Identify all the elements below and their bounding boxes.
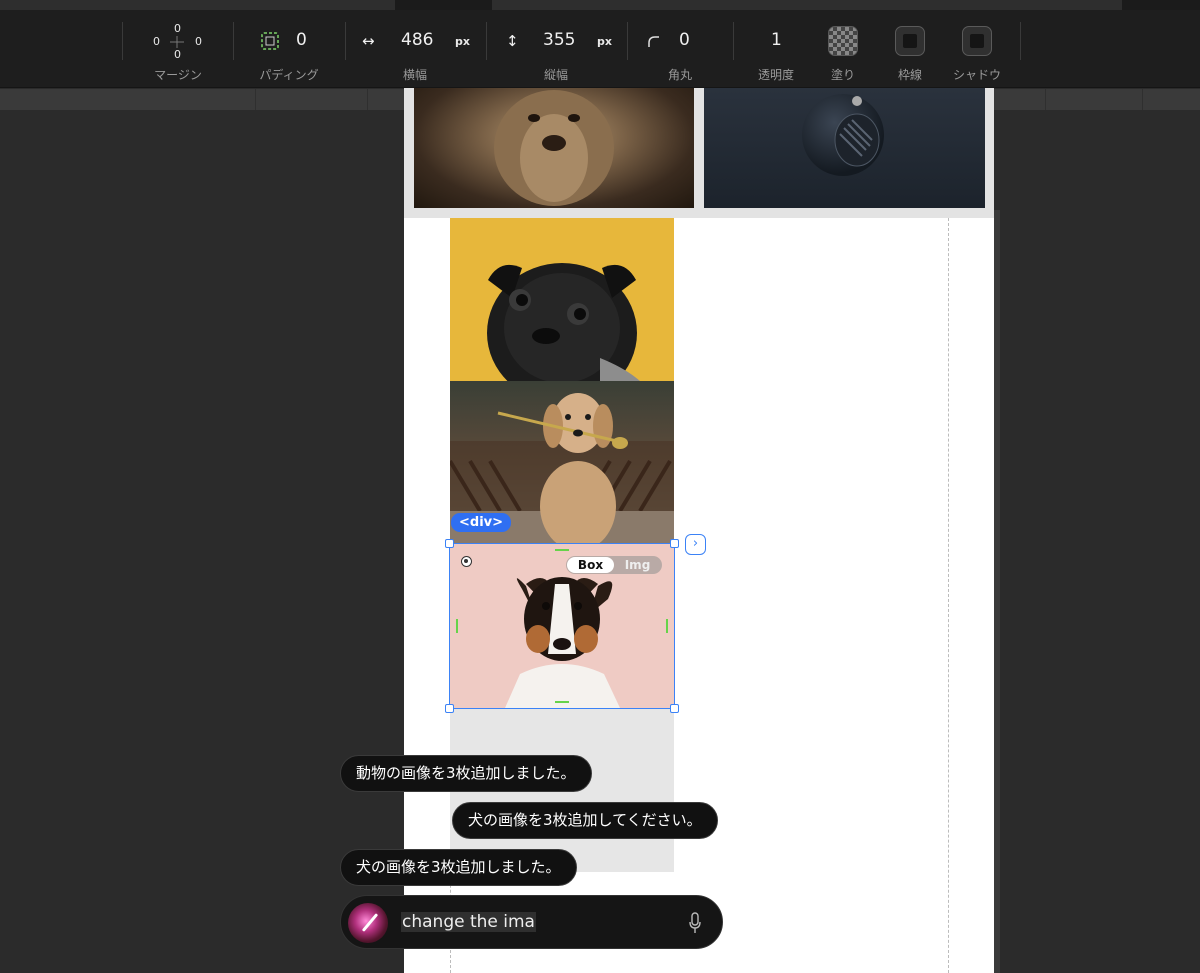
properties-toolbar: 0 0 0 0 マージン 0 パディング ↔ 486 px 横幅 ↕ 355 p… xyxy=(0,10,1200,88)
opacity-value[interactable]: 1 xyxy=(771,30,782,50)
guide-line xyxy=(948,218,949,973)
chevron-right-icon[interactable]: › xyxy=(685,534,706,555)
margin-cross-icon xyxy=(170,36,184,48)
resize-handle-ne[interactable] xyxy=(670,539,679,548)
margin-bottom-value[interactable]: 0 xyxy=(174,48,181,61)
margin-left-value[interactable]: 0 xyxy=(153,35,160,48)
radius-label: 角丸 xyxy=(667,68,692,82)
height-arrow-icon: ↕ xyxy=(506,32,519,50)
shadow-label: シャドウ xyxy=(952,68,1001,82)
padding-value[interactable]: 0 xyxy=(296,30,307,50)
fill-swatch[interactable] xyxy=(828,26,858,56)
lion-image[interactable] xyxy=(414,88,694,208)
shadow-swatch[interactable] xyxy=(962,26,992,56)
height-unit: px xyxy=(597,35,612,48)
height-label: 縦幅 xyxy=(543,68,568,82)
mode-img-option[interactable]: Img xyxy=(614,557,661,573)
width-value[interactable]: 486 xyxy=(401,30,433,50)
padding-icon xyxy=(261,32,279,50)
chat-message-assistant: 犬の画像を3枚追加しました。 xyxy=(340,849,577,886)
target-icon[interactable] xyxy=(461,556,472,567)
radius-icon xyxy=(648,36,659,47)
tab[interactable] xyxy=(0,0,395,10)
padding-label: パディング xyxy=(259,68,319,82)
chat-message-assistant: 動物の画像を3枚追加しました。 xyxy=(340,755,592,792)
mic-icon[interactable] xyxy=(689,912,701,934)
chat-message-user: 犬の画像を3枚追加してください。 xyxy=(452,802,718,839)
height-value[interactable]: 355 xyxy=(543,30,575,50)
mode-box-option[interactable]: Box xyxy=(567,557,614,573)
width-unit: px xyxy=(455,35,470,48)
radius-value[interactable]: 0 xyxy=(679,30,690,50)
padding-guide xyxy=(555,701,569,703)
resize-handle-nw[interactable] xyxy=(445,539,454,548)
resize-handle-sw[interactable] xyxy=(445,704,454,713)
pug-image[interactable] xyxy=(450,218,674,381)
top-tab-strip xyxy=(0,0,1200,10)
mode-toggle[interactable]: Box Img xyxy=(566,556,662,574)
speaker-image[interactable] xyxy=(704,88,985,208)
element-tag-badge[interactable]: <div> xyxy=(451,513,512,532)
width-arrow-icon: ↔ xyxy=(362,32,375,50)
padding-guide xyxy=(666,619,668,633)
ai-orb-icon[interactable] xyxy=(348,903,388,943)
padding-guide xyxy=(456,619,458,633)
border-swatch[interactable] xyxy=(895,26,925,56)
margin-right-value[interactable]: 0 xyxy=(195,35,202,48)
chat-input[interactable]: change the ima xyxy=(401,912,536,932)
margin-label: マージン xyxy=(154,68,202,82)
margin-top-value[interactable]: 0 xyxy=(174,22,181,35)
resize-handle-se[interactable] xyxy=(670,704,679,713)
chat-input-bar[interactable]: change the ima xyxy=(340,895,723,949)
padding-guide xyxy=(555,549,569,551)
width-label: 横幅 xyxy=(402,68,427,82)
tab[interactable] xyxy=(492,0,1122,10)
